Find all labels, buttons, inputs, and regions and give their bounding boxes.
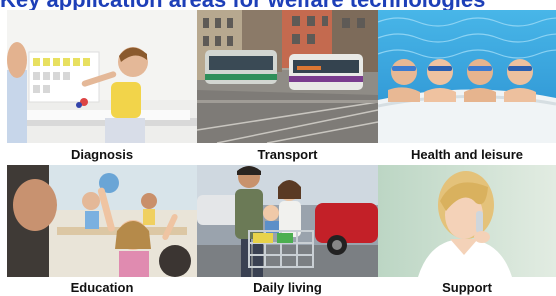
tram-photo (197, 10, 378, 143)
tile-daily-living: Daily living (197, 165, 378, 295)
tile-support: Support (378, 165, 556, 295)
child-therapy-photo (7, 10, 197, 143)
tile-health-and-leisure: Health and leisure (378, 10, 556, 165)
tile-transport: Transport (197, 10, 378, 165)
phone-support-photo (378, 165, 556, 277)
tile-education: Education (7, 165, 197, 295)
tile-label: Transport (257, 147, 318, 162)
photo-grid: Diagnosis Transport Health and leisure E… (0, 0, 556, 295)
tile-label: Health and leisure (411, 147, 523, 162)
classroom-photo (7, 165, 197, 277)
tile-label: Diagnosis (70, 147, 134, 162)
swimming-children-photo (378, 10, 556, 143)
family-shopping-photo (197, 165, 378, 277)
tile-diagnosis: Diagnosis (7, 10, 197, 165)
